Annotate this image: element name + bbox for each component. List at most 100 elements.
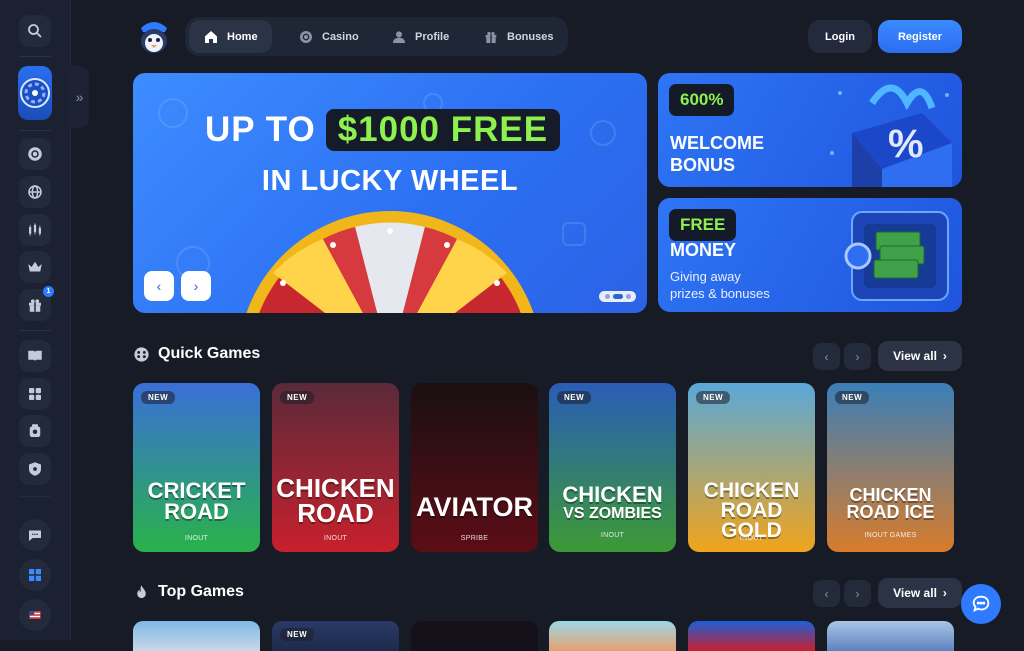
chevron-right-icon: › xyxy=(942,586,947,600)
game-card[interactable] xyxy=(549,621,676,651)
sidebar-divider xyxy=(19,130,51,131)
new-badge: NEW xyxy=(280,391,315,404)
promo-subtitle-line: prizes & bonuses xyxy=(670,286,770,301)
home-icon xyxy=(205,30,217,43)
game-card[interactable] xyxy=(827,621,954,651)
game-card[interactable]: NEW CHICKEN ROAD INOUT xyxy=(272,383,399,552)
game-card-title: CHICKEN ROAD ICE xyxy=(827,486,954,521)
chevron-right-icon: › xyxy=(855,586,860,601)
main-nav: Home Casino Profile Bonuses xyxy=(185,17,568,56)
language-button[interactable] xyxy=(19,599,51,631)
top-games-next-button[interactable]: › xyxy=(844,580,871,607)
search-icon xyxy=(28,24,42,38)
game-card[interactable] xyxy=(411,621,538,651)
hero-next-button[interactable]: › xyxy=(181,271,211,301)
game-card-provider: INOUT xyxy=(600,532,625,539)
carousel-dot-active[interactable] xyxy=(612,294,623,299)
nav-profile[interactable]: Profile xyxy=(377,20,463,53)
promo-welcome-bonus[interactable]: % 600% WELCOME BONUS xyxy=(658,73,962,187)
chevron-left-icon: ‹ xyxy=(824,349,829,364)
game-card[interactable]: NEW CHICKEN ROAD ICE INOUT GAMES xyxy=(827,383,954,552)
promo-free-money[interactable]: FREE MONEY Giving away prizes & bonuses xyxy=(658,198,962,312)
game-card-title: AVIATOR xyxy=(415,492,533,522)
promo-subtitle: Giving away prizes & bonuses xyxy=(670,268,810,302)
nav-casino-label: Casino xyxy=(322,30,359,43)
support-button[interactable] xyxy=(19,519,51,551)
sidebar-item-security[interactable] xyxy=(19,453,51,485)
promo-title-line: WELCOME xyxy=(670,133,764,153)
promo-subtitle-line: Giving away xyxy=(670,269,741,284)
game-card-provider: SPRIBE xyxy=(460,535,489,542)
live-chat-button[interactable] xyxy=(961,584,1001,624)
safe-illustration xyxy=(844,211,949,301)
sidebar-divider xyxy=(19,330,51,331)
chevron-right-icon: › xyxy=(193,278,199,294)
hero-headline-highlight: $1000 FREE xyxy=(325,109,561,151)
gift-icon xyxy=(485,31,497,43)
sidebar-item-trading[interactable] xyxy=(19,214,51,246)
chevron-left-icon: ‹ xyxy=(824,586,829,601)
quick-games-view-all-button[interactable]: View all › xyxy=(878,341,962,371)
game-card-provider: INOUT xyxy=(323,535,348,542)
sidebar-item-wallet[interactable] xyxy=(19,415,51,447)
carousel-dot[interactable] xyxy=(625,294,631,299)
game-card[interactable] xyxy=(688,621,815,651)
game-card[interactable]: NEW xyxy=(272,621,399,651)
hero-prev-button[interactable]: ‹ xyxy=(144,271,174,301)
top-games-view-all-button[interactable]: View all › xyxy=(878,578,962,608)
nav-bonuses[interactable]: Bonuses xyxy=(469,20,567,53)
sidebar-expand-button[interactable]: » xyxy=(70,66,89,128)
game-controller-icon xyxy=(134,346,149,362)
download-app-button[interactable] xyxy=(19,559,51,591)
support-chat-icon xyxy=(29,530,41,541)
sidebar-item-vip[interactable] xyxy=(19,251,51,283)
hero-headline: UP TO $1000 FREE xyxy=(205,109,561,151)
game-card[interactable] xyxy=(133,621,260,651)
game-card[interactable]: AVIATOR SPRIBE xyxy=(411,383,538,552)
game-card-title-line: CHICKEN xyxy=(562,482,663,507)
promo-tag: 600% xyxy=(669,84,735,116)
game-card-title-line: VS ZOMBIES xyxy=(563,504,662,522)
new-badge: NEW xyxy=(141,391,176,404)
promo-title: WELCOME BONUS xyxy=(670,132,764,176)
sidebar-item-guide[interactable] xyxy=(19,340,51,372)
search-button[interactable] xyxy=(19,15,51,47)
puzzle-icon xyxy=(29,388,41,400)
site-logo[interactable] xyxy=(137,18,171,54)
sidebar: » 1 xyxy=(0,0,89,640)
sidebar-item-casino[interactable] xyxy=(19,138,51,170)
top-games-prev-button[interactable]: ‹ xyxy=(813,580,840,607)
shield-icon xyxy=(29,462,41,476)
register-button[interactable]: Register xyxy=(878,20,962,53)
new-badge: NEW xyxy=(280,628,315,641)
nav-casino[interactable]: Casino xyxy=(284,20,373,53)
quick-games-next-button[interactable]: › xyxy=(844,343,871,370)
gift-icon xyxy=(29,299,41,312)
double-chevron-right-icon: » xyxy=(75,89,84,105)
game-card-provider: INOUT xyxy=(739,535,764,542)
login-button[interactable]: Login xyxy=(808,20,872,53)
game-card[interactable]: NEW CHICKEN ROAD GOLD INOUT xyxy=(688,383,815,552)
trading-chart-icon xyxy=(29,223,41,236)
lucky-wheel-button[interactable] xyxy=(18,66,52,120)
game-card[interactable]: NEW CHICKEN VS ZOMBIES INOUT xyxy=(549,383,676,552)
carousel-dots xyxy=(599,291,636,302)
section-title-text: Top Games xyxy=(158,583,244,600)
sidebar-item-sports[interactable] xyxy=(19,176,51,208)
sidebar-item-bonuses[interactable]: 1 xyxy=(19,286,54,321)
us-flag-icon xyxy=(29,611,41,619)
carousel-dot[interactable] xyxy=(604,294,610,299)
hero-banner[interactable]: UP TO $1000 FREE IN LUCKY WHEEL ‹ › xyxy=(133,73,647,313)
quick-games-prev-button[interactable]: ‹ xyxy=(813,343,840,370)
new-badge: NEW xyxy=(557,391,592,404)
promo-tag: FREE xyxy=(669,209,737,241)
game-card[interactable]: NEW CRICKET ROAD INOUT xyxy=(133,383,260,552)
sidebar-item-games[interactable] xyxy=(19,378,51,410)
crown-icon xyxy=(28,261,42,272)
nav-home[interactable]: Home xyxy=(189,20,272,53)
sidebar-divider xyxy=(19,496,51,497)
game-card-title: CHICKEN VS ZOMBIES xyxy=(549,482,676,522)
section-title-top-games: Top Games xyxy=(133,583,244,601)
gift-box-illustration: % xyxy=(830,84,952,187)
new-badge: NEW xyxy=(696,391,731,404)
